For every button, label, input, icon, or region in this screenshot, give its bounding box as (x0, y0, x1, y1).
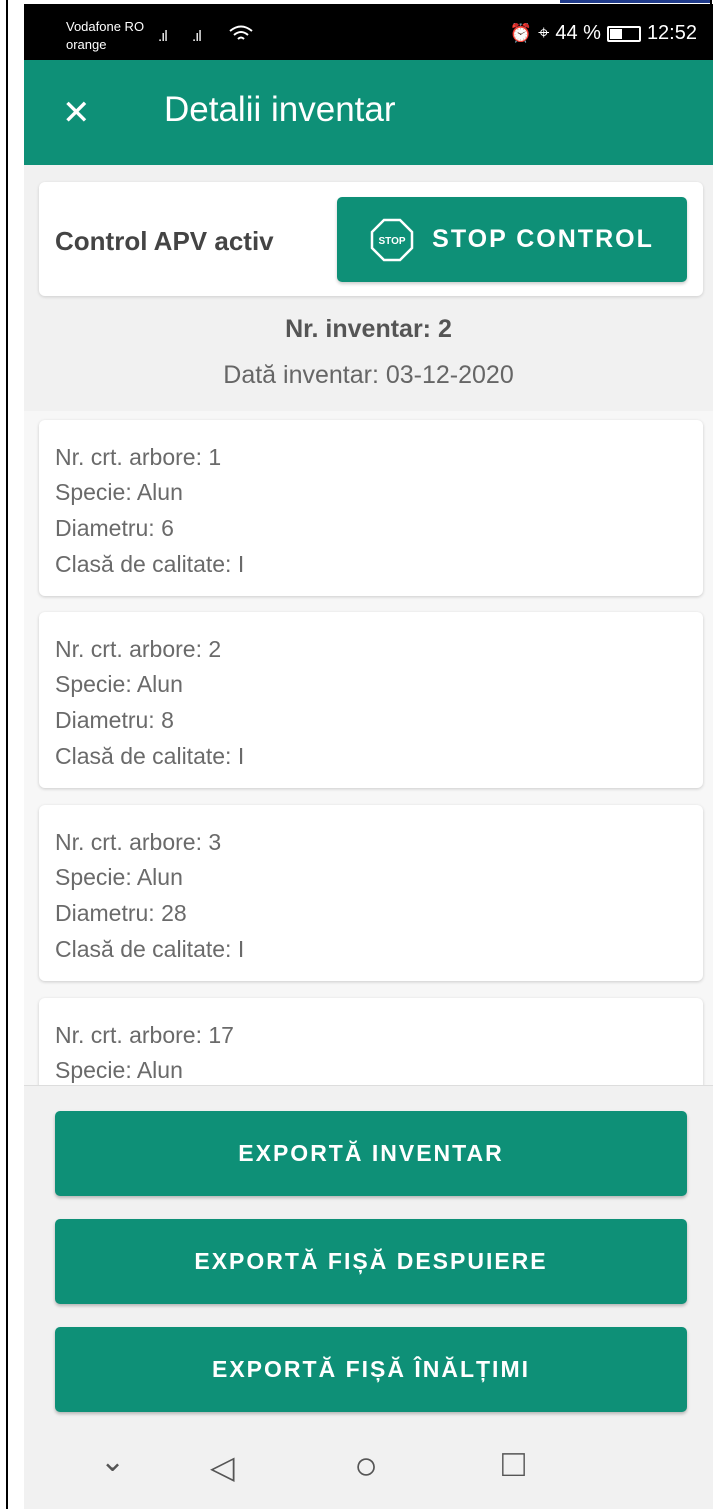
clock: 12:52 (646, 22, 697, 44)
tree-card[interactable]: Nr. crt. arbore: 2 Specie: Alun Diametru… (39, 612, 703, 788)
tree-species: Specie: Alun (55, 864, 183, 890)
back-icon[interactable]: ◁ (210, 1448, 235, 1486)
control-status-label: Control APV activ (55, 226, 274, 256)
tree-number: Nr. crt. arbore: 1 (55, 444, 222, 470)
inventory-date: Dată inventar: 03-12-2020 (223, 361, 514, 389)
tree-species: Specie: Alun (55, 671, 183, 697)
tree-card[interactable]: Nr. crt. arbore: 3 Specie: Alun Diametru… (39, 805, 703, 981)
chevron-down-icon[interactable]: ⌄ (100, 1444, 125, 1479)
navigation-bar: ⌄ ◁ ○ □ (24, 1430, 713, 1509)
tree-diameter: Diametru: 8 (55, 707, 174, 733)
carrier-name: Vodafone RO (66, 19, 145, 34)
status-right-group: ⏰ ⌖ 44 % 12:52 (510, 22, 697, 45)
tree-list[interactable]: Nr. crt. arbore: 1 Specie: Alun Diametru… (24, 411, 713, 1085)
svg-text:STOP: STOP (379, 236, 406, 247)
tree-number: Nr. crt. arbore: 2 (55, 636, 222, 662)
tree-number: Nr. crt. arbore: 17 (55, 1022, 234, 1048)
battery-percent: 44 % (555, 22, 601, 44)
tree-card[interactable]: Nr. crt. arbore: 1 Specie: Alun Diametru… (39, 420, 703, 596)
battery-icon (606, 25, 641, 42)
stop-sign-icon: STOP (370, 218, 414, 261)
export-actions: EXPORTĂ INVENTAR EXPORTĂ FIȘĂ DESPUIERE … (24, 1085, 713, 1431)
tree-card[interactable]: Nr. crt. arbore: 17 Specie: Alun (39, 998, 703, 1085)
tree-diameter: Diametru: 28 (55, 900, 187, 926)
page-title: Detalii inventar (164, 90, 396, 129)
content-area: Control APV activ STOP STOP CONTROL Nr. … (24, 165, 713, 1085)
home-icon[interactable]: ○ (354, 1444, 378, 1489)
tree-species: Specie: Alun (55, 479, 183, 505)
app-bar: ✕ Detalii inventar (24, 60, 713, 165)
carrier-name-secondary: orange (66, 37, 107, 52)
recents-icon[interactable]: □ (502, 1443, 525, 1486)
tree-quality-class: Clasă de calitate: I (55, 936, 245, 962)
signal-icon-secondary: .ıl (192, 28, 202, 45)
tree-species: Specie: Alun (55, 1057, 183, 1083)
tree-diameter: Diametru: 6 (55, 515, 174, 541)
export-heights-sheet-button[interactable]: EXPORTĂ FIȘĂ ÎNĂLȚIMI (55, 1327, 687, 1412)
left-frame-border (6, 0, 8, 1509)
tree-quality-class: Clasă de calitate: I (55, 743, 245, 769)
alarm-icon: ⏰ (509, 23, 533, 43)
battery-level (609, 28, 623, 39)
tree-number: Nr. crt. arbore: 3 (55, 829, 222, 855)
export-stripping-sheet-button[interactable]: EXPORTĂ FIȘĂ DESPUIERE (55, 1219, 687, 1304)
status-bar: Vodafone RO orange .ıl .ıl ⏰ ⌖ 44 % 12:5… (24, 4, 713, 60)
export-inventory-button[interactable]: EXPORTĂ INVENTAR (55, 1111, 687, 1196)
close-icon[interactable]: ✕ (62, 96, 91, 130)
location-icon: ⌖ (538, 22, 550, 44)
signal-icon: .ıl (158, 28, 168, 45)
tree-quality-class: Clasă de calitate: I (55, 551, 245, 577)
control-card: Control APV activ STOP STOP CONTROL (39, 182, 703, 296)
inventory-number: Nr. inventar: 2 (285, 315, 452, 343)
stop-control-label: STOP CONTROL (432, 225, 654, 253)
stop-control-button[interactable]: STOP STOP CONTROL (337, 197, 687, 282)
wifi-icon (229, 25, 253, 40)
